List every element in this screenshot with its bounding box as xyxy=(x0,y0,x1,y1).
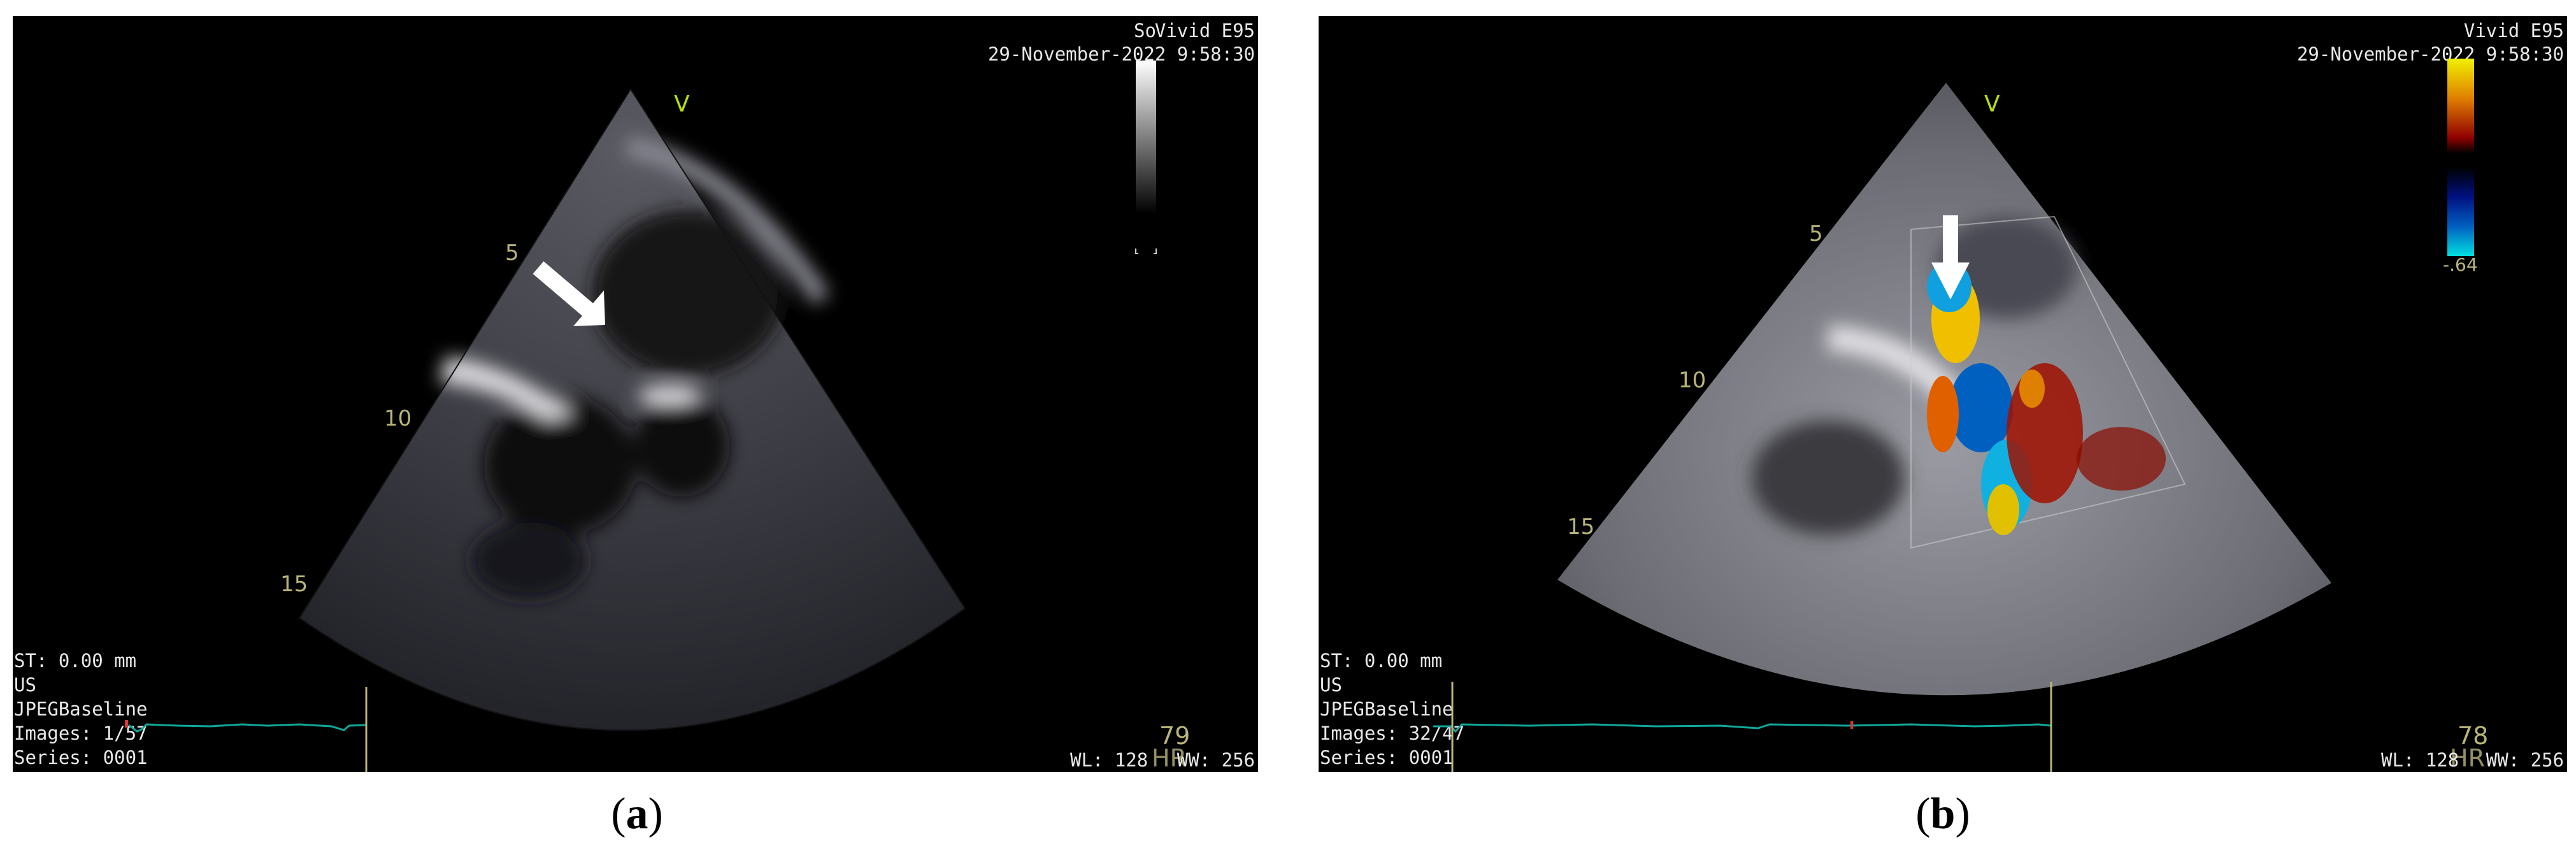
device-name: Vivid E95 xyxy=(2464,20,2564,41)
color-velocity-bar xyxy=(2447,59,2474,256)
window-level: WL: 128 xyxy=(2381,749,2459,771)
grayscale-bar xyxy=(1136,61,1156,213)
depth-label-5: 5 xyxy=(505,240,519,266)
modality: US xyxy=(14,674,36,696)
depth-label-10: 10 xyxy=(1678,368,1706,393)
st-value: ST: 0.00 mm xyxy=(1320,650,1442,672)
overlap-label: So xyxy=(1134,20,1156,41)
orientation-marker: V xyxy=(1984,91,2000,117)
window-width: WW: 256 xyxy=(2486,749,2564,771)
window-level: WL: 128 xyxy=(1070,749,1148,771)
compression: JPEGBaseline xyxy=(1320,698,1454,720)
caption-b: (b) xyxy=(1915,789,1970,838)
modality: US xyxy=(1320,674,1342,696)
series: Series: 0001 xyxy=(1320,747,1454,768)
ecg-marker xyxy=(125,720,128,728)
acquisition-datetime: 29-November-2022 9:58:30 xyxy=(988,43,1255,65)
st-value: ST: 0.00 mm xyxy=(14,650,136,672)
acquisition-datetime: 29-November-2022 9:58:30 xyxy=(2297,43,2564,65)
device-name: Vivid E95 xyxy=(1155,20,1255,41)
depth-label-10: 10 xyxy=(384,406,411,431)
depth-label-15: 15 xyxy=(1567,514,1594,540)
panel-a: V 5 10 15 So Vivid E95 29-November-2022 … xyxy=(13,16,1258,772)
compression: JPEGBaseline xyxy=(14,698,148,720)
orientation-marker: V xyxy=(674,91,690,117)
color-scale-min: -.64 xyxy=(2443,254,2478,275)
series: Series: 0001 xyxy=(14,747,148,768)
ecg-marker xyxy=(1850,721,1853,729)
figure: V 5 10 15 So Vivid E95 29-November-2022 … xyxy=(13,16,2567,838)
caption-a: (a) xyxy=(611,789,663,838)
depth-label-15: 15 xyxy=(280,571,308,597)
panel-b: V 5 10 15 Vivid E95 29-November-2022 9:5… xyxy=(1319,16,2567,772)
depth-label-5: 5 xyxy=(1809,221,1823,247)
window-width: WW: 256 xyxy=(1177,749,1255,771)
info-block: ST: 0.00 mm US JPEGBaseline Images: 1/57… xyxy=(14,650,148,768)
